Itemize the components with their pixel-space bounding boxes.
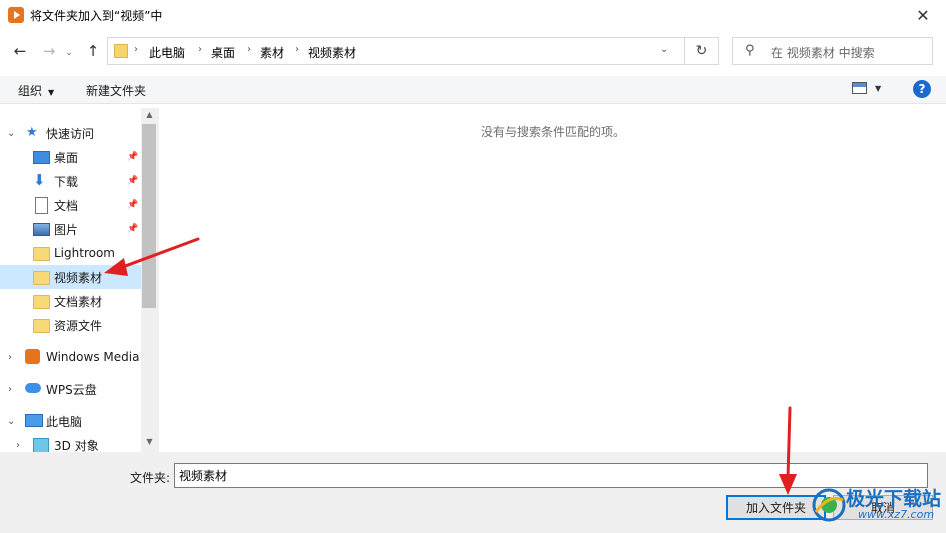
chevron-right-icon[interactable]: › bbox=[16, 440, 20, 451]
arrow-up-icon: ↑ bbox=[86, 42, 100, 60]
tree-3d-objects[interactable]: › 3D 对象 bbox=[0, 433, 141, 452]
back-button[interactable]: ← bbox=[9, 40, 31, 62]
folder-icon bbox=[33, 319, 50, 333]
tree-item-documents[interactable]: 文档 📌 bbox=[0, 193, 141, 217]
chevron-right-icon[interactable]: › bbox=[8, 352, 12, 363]
window-title: 将文件夹加入到“视频”中 bbox=[30, 9, 163, 23]
cube-icon bbox=[33, 438, 49, 452]
star-icon: ★ bbox=[26, 125, 38, 140]
file-list[interactable]: 没有与搜索条件匹配的项。 bbox=[158, 108, 946, 452]
scroll-down-icon[interactable]: ▼ bbox=[141, 437, 158, 449]
close-icon: ✕ bbox=[916, 6, 930, 25]
caret-down-icon: ▼ bbox=[875, 83, 882, 93]
tree-item-video-material[interactable]: 视频素材 bbox=[0, 265, 141, 289]
tree-item-document-material[interactable]: 文档素材 bbox=[0, 289, 141, 313]
tree-label: 下载 bbox=[54, 174, 79, 189]
tree-item-pictures[interactable]: 图片 📌 bbox=[0, 217, 141, 241]
organize-button[interactable]: 组织 ▼ bbox=[18, 82, 54, 99]
tree-item-downloads[interactable]: ⬇ 下载 📌 bbox=[0, 169, 141, 193]
caret-down-icon: ▼ bbox=[48, 88, 55, 97]
arrow-right-icon: → bbox=[42, 42, 56, 60]
app-icon bbox=[8, 7, 24, 23]
watermark-logo-icon bbox=[812, 488, 846, 522]
chevron-right-icon: › bbox=[134, 44, 138, 55]
view-icon bbox=[852, 82, 867, 94]
scroll-up-icon[interactable]: ▲ bbox=[141, 110, 158, 122]
tree-label: 桌面 bbox=[54, 150, 79, 165]
add-folder-button[interactable]: 加入文件夹 bbox=[726, 495, 826, 520]
tree-label: 资源文件 bbox=[54, 318, 103, 333]
refresh-icon: ↻ bbox=[695, 43, 708, 59]
download-icon: ⬇ bbox=[33, 171, 46, 189]
folder-icon bbox=[114, 44, 128, 58]
recent-locations-button[interactable]: ⌄ bbox=[62, 42, 76, 64]
help-button[interactable]: ? bbox=[913, 80, 931, 98]
pin-icon: 📌 bbox=[127, 200, 139, 210]
picture-icon bbox=[33, 223, 50, 236]
dialog-footer: 文件夹: 加入文件夹 取消 bbox=[0, 452, 946, 533]
breadcrumb-video-material[interactable]: 视频素材 bbox=[308, 44, 356, 61]
tree-label: 3D 对象 bbox=[54, 438, 99, 453]
folder-label: 文件夹: bbox=[130, 471, 171, 485]
tree-wps-cloud[interactable]: › WPS云盘 bbox=[0, 377, 141, 401]
tree-windows-media[interactable]: › Windows Media bbox=[0, 345, 141, 369]
breadcrumb-material[interactable]: 素材 bbox=[260, 44, 284, 61]
document-icon bbox=[35, 197, 48, 214]
tree-item-resource-files[interactable]: 资源文件 bbox=[0, 313, 141, 337]
navigation-pane: ⌄ ★ 快速访问 桌面 📌 ⬇ 下载 📌 文档 📌 图片 📌 Lightroom… bbox=[0, 108, 158, 452]
breadcrumb-desktop[interactable]: 桌面 bbox=[211, 44, 235, 61]
folder-icon bbox=[33, 295, 50, 309]
chevron-right-icon: › bbox=[247, 44, 251, 55]
breadcrumb-this-pc[interactable]: 此电脑 bbox=[149, 44, 185, 61]
pin-icon: 📌 bbox=[127, 176, 139, 186]
pin-icon: 📌 bbox=[127, 224, 139, 234]
address-bar[interactable]: › 此电脑 › 桌面 › 素材 › 视频素材 ⌄ bbox=[107, 37, 685, 65]
refresh-button[interactable]: ↻ bbox=[685, 37, 719, 65]
arrow-left-icon: ← bbox=[13, 42, 27, 60]
new-folder-button[interactable]: 新建文件夹 bbox=[86, 82, 146, 99]
organize-label: 组织 bbox=[18, 84, 43, 98]
watermark: 极光下载站 www.xz7.com bbox=[812, 484, 942, 529]
tree-label: 快速访问 bbox=[46, 126, 95, 141]
tree-label: 图片 bbox=[54, 222, 79, 237]
pin-icon: 📌 bbox=[127, 152, 139, 162]
chevron-down-icon[interactable]: ⌄ bbox=[7, 128, 15, 139]
view-options-button[interactable]: ▼ bbox=[852, 82, 881, 94]
cloud-icon bbox=[25, 383, 41, 393]
up-button[interactable]: ↑ bbox=[82, 40, 104, 62]
title-bar: 将文件夹加入到“视频”中 ✕ bbox=[0, 0, 946, 31]
computer-icon bbox=[25, 414, 43, 427]
scrollbar-thumb[interactable] bbox=[142, 124, 156, 308]
chevron-right-icon[interactable]: › bbox=[8, 384, 12, 395]
chevron-right-icon: › bbox=[295, 44, 299, 55]
search-placeholder: 在 视频素材 中搜索 bbox=[771, 46, 875, 60]
tree-item-lightroom[interactable]: Lightroom bbox=[0, 241, 141, 265]
chevron-down-icon[interactable]: ⌄ bbox=[660, 44, 668, 55]
search-icon: ⚲ bbox=[745, 43, 755, 58]
close-button[interactable]: ✕ bbox=[900, 0, 946, 31]
tree-label: WPS云盘 bbox=[46, 382, 97, 397]
tree-quick-access[interactable]: ⌄ ★ 快速访问 bbox=[0, 121, 141, 145]
empty-message: 没有与搜索条件匹配的项。 bbox=[481, 125, 626, 139]
tree-label: 此电脑 bbox=[46, 414, 83, 429]
search-input[interactable]: ⚲ 在 视频素材 中搜索 bbox=[732, 37, 933, 65]
folder-icon bbox=[33, 247, 50, 261]
tree-this-pc[interactable]: ⌄ 此电脑 bbox=[0, 409, 141, 433]
chevron-right-icon: › bbox=[198, 44, 202, 55]
tree-label: Windows Media bbox=[46, 350, 140, 364]
folder-icon bbox=[33, 271, 50, 285]
forward-button[interactable]: → bbox=[38, 40, 60, 62]
chevron-down-icon: ⌄ bbox=[65, 48, 73, 58]
watermark-title: 极光下载站 bbox=[846, 488, 942, 510]
tree-label: 视频素材 bbox=[54, 270, 103, 285]
desktop-icon bbox=[33, 151, 50, 164]
tree-item-desktop[interactable]: 桌面 📌 bbox=[0, 145, 141, 169]
tree-label: 文档素材 bbox=[54, 294, 103, 309]
tree-label: 文档 bbox=[54, 198, 79, 213]
media-player-icon bbox=[25, 349, 40, 364]
chevron-down-icon[interactable]: ⌄ bbox=[7, 416, 15, 427]
watermark-url: www.xz7.com bbox=[858, 508, 935, 521]
command-bar: 组织 ▼ 新建文件夹 ▼ ? bbox=[0, 76, 946, 104]
tree-label: Lightroom bbox=[54, 246, 115, 260]
